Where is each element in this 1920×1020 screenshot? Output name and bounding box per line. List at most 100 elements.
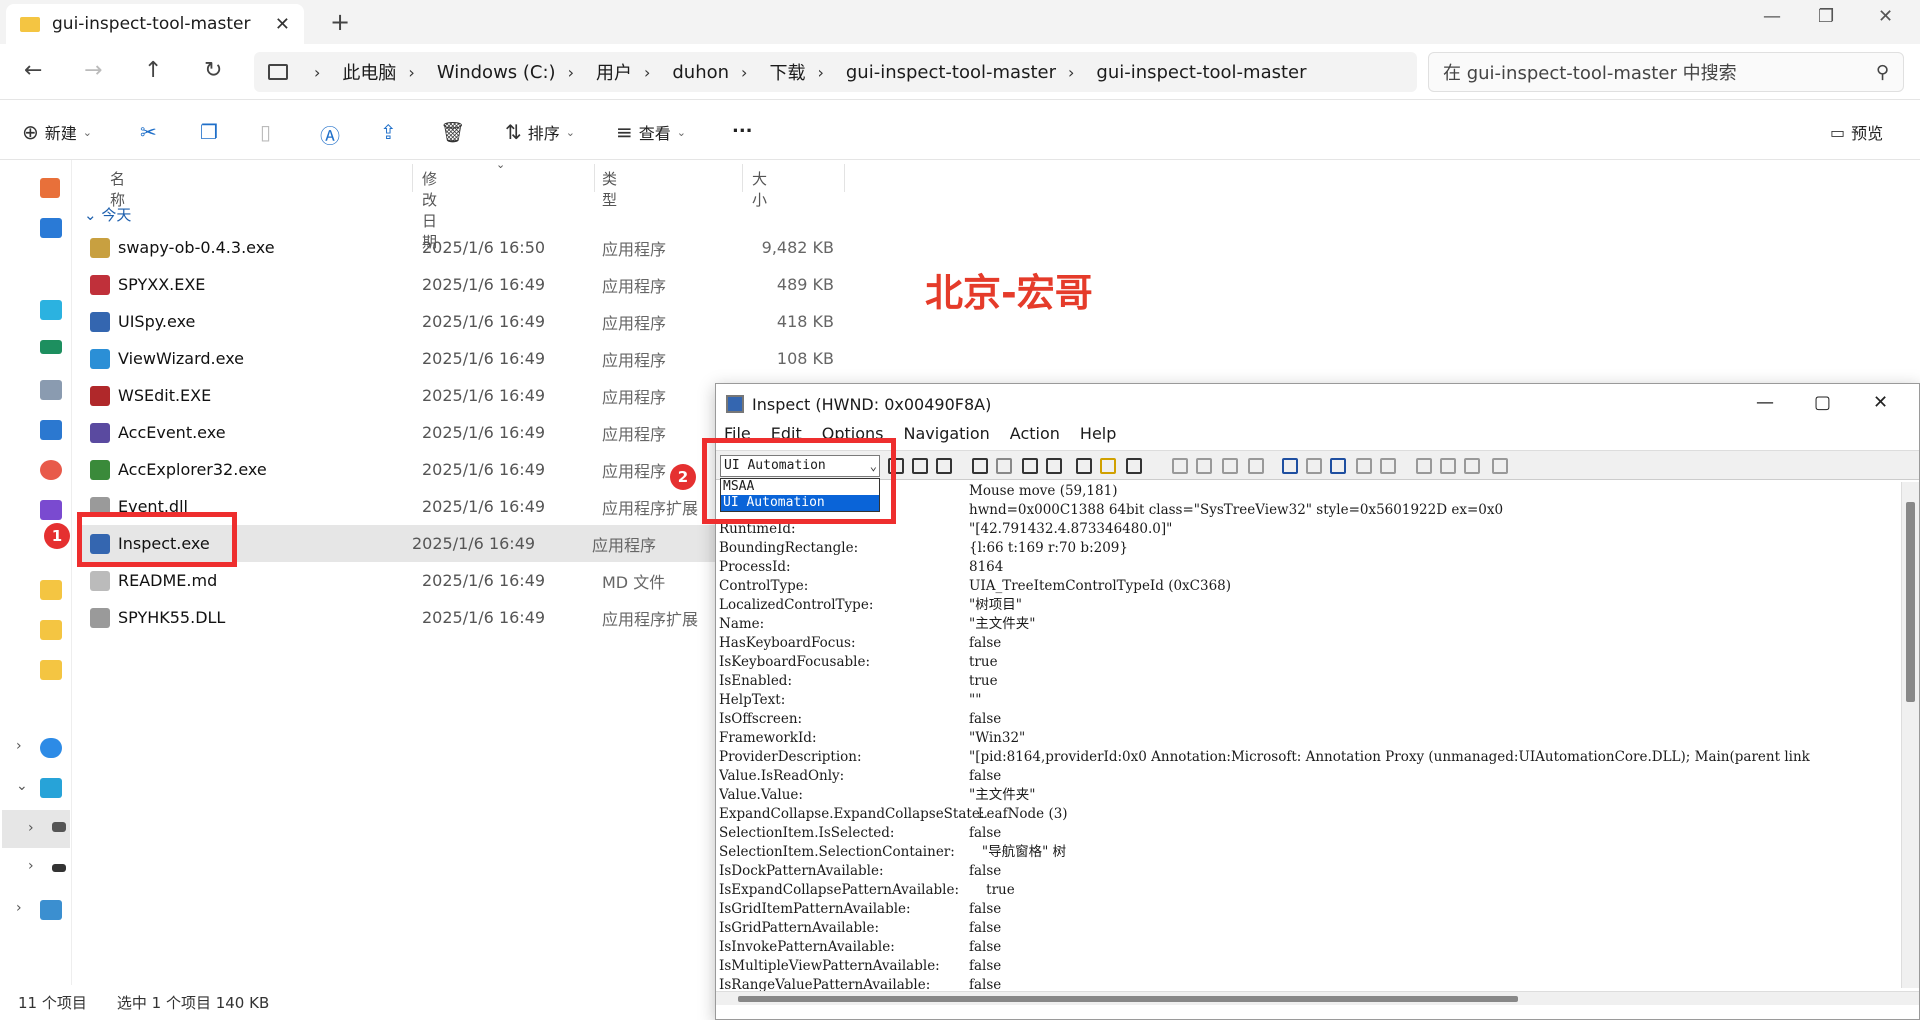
property-row: FrameworkId: "Win32": [719, 729, 1899, 748]
nav-forward-icon[interactable]: [1248, 458, 1264, 474]
focus-icon[interactable]: [1076, 458, 1092, 474]
cut-icon[interactable]: ✂: [140, 120, 157, 144]
tooltip-icon[interactable]: [1126, 458, 1142, 474]
maximize-icon[interactable]: ▢: [1814, 392, 1831, 413]
column-type[interactable]: 类型: [602, 168, 617, 210]
property-value: false: [969, 939, 1002, 955]
copy-icon[interactable]: ❐: [200, 120, 218, 144]
breadcrumb-item[interactable]: gui-inspect-tool-master: [1096, 62, 1306, 83]
paste-icon[interactable]: ▯: [260, 120, 271, 144]
refresh-icon[interactable]: ↻: [204, 58, 222, 83]
pictures-icon[interactable]: [40, 420, 62, 440]
scroll-thumb[interactable]: [738, 996, 1518, 1002]
delete-icon[interactable]: 🗑: [440, 120, 465, 144]
nav-up-icon[interactable]: [1196, 458, 1212, 474]
rename-icon[interactable]: Ⓐ: [320, 120, 340, 149]
properties-pane[interactable]: Mouse move (59,181) hwnd=0x000C1388 64bit…: [719, 482, 1899, 1002]
music-icon[interactable]: [40, 460, 62, 480]
file-row[interactable]: SPYXX.EXE 2025/1/6 16:49 应用程序 489 KB: [90, 266, 840, 303]
file-row[interactable]: swapy-ob-0.4.3.exe 2025/1/6 16:50 应用程序 9,48…: [90, 229, 840, 266]
hover-icon[interactable]: [1100, 458, 1116, 474]
column-size[interactable]: 大小: [752, 168, 767, 210]
list-a-icon[interactable]: [1440, 458, 1456, 474]
chevron-right-icon[interactable]: ›: [28, 858, 34, 874]
tree-a-icon[interactable]: [1282, 458, 1298, 474]
back-icon[interactable]: ←: [24, 58, 42, 83]
option-msaa[interactable]: MSAA: [721, 479, 879, 495]
forward-icon[interactable]: →: [84, 58, 102, 83]
close-tab-icon[interactable]: ✕: [275, 14, 290, 35]
this-pc-icon[interactable]: [40, 778, 62, 798]
breadcrumb-item[interactable]: 用户: [596, 59, 632, 85]
desktop-icon[interactable]: [40, 300, 62, 320]
copy-icon[interactable]: [912, 458, 928, 474]
breadcrumb-item[interactable]: gui-inspect-tool-master: [846, 62, 1056, 83]
folder-icon[interactable]: [40, 620, 62, 640]
vertical-scrollbar[interactable]: [1901, 482, 1919, 988]
breadcrumb[interactable]: › 此电脑 › Windows (C:) › 用户 › duhon › 下载 › gui-…: [254, 52, 1417, 92]
chevron-right-icon[interactable]: ›: [28, 820, 34, 836]
onedrive-icon[interactable]: [40, 738, 62, 758]
option-ui-automation[interactable]: UI Automation: [721, 495, 879, 511]
restore-icon[interactable]: ❐: [1818, 6, 1834, 27]
settings-icon[interactable]: [1416, 458, 1432, 474]
breadcrumb-item[interactable]: Windows (C:): [437, 62, 556, 83]
menu-action[interactable]: Action: [1010, 424, 1060, 450]
menu-help[interactable]: Help: [1080, 424, 1116, 450]
list-b-icon[interactable]: [1464, 458, 1480, 474]
folder-icon[interactable]: [40, 660, 62, 680]
selection-info: 选中 1 个项目 140 KB: [116, 994, 270, 1012]
view-button[interactable]: ≡ 查看 ⌄: [616, 120, 686, 144]
tree-d-icon[interactable]: [1356, 458, 1372, 474]
home-icon[interactable]: [40, 178, 60, 198]
watch-icon[interactable]: [1046, 458, 1062, 474]
search-input[interactable]: 在 gui-inspect-tool-master 中搜索 ⚲: [1428, 52, 1904, 92]
gallery-icon[interactable]: [40, 218, 62, 238]
chevron-right-icon[interactable]: ›: [16, 738, 22, 754]
sort-indicator-icon: ⌄: [496, 158, 506, 171]
minimize-icon[interactable]: —: [1756, 392, 1774, 413]
property-value: false: [969, 825, 1002, 841]
drive-icon[interactable]: [52, 864, 66, 872]
tree-c-icon[interactable]: [1330, 458, 1346, 474]
network-icon[interactable]: [40, 900, 62, 920]
file-row[interactable]: UISpy.exe 2025/1/6 16:49 应用程序 418 KB: [90, 303, 840, 340]
chevron-down-icon[interactable]: ⌄: [16, 778, 28, 794]
tree-b-icon[interactable]: [1306, 458, 1322, 474]
folder-icon[interactable]: [40, 580, 62, 600]
sort-button[interactable]: ⇅ 排序 ⌄: [505, 120, 575, 144]
scroll-thumb[interactable]: [1906, 502, 1915, 702]
chevron-right-icon[interactable]: ›: [16, 900, 22, 916]
more-options-button[interactable]: ...: [732, 116, 753, 137]
group-header[interactable]: ⌄ 今天: [84, 204, 131, 225]
breadcrumb-item[interactable]: 下载: [769, 59, 805, 85]
breadcrumb-item[interactable]: duhon: [672, 62, 729, 83]
documents-icon[interactable]: [40, 380, 62, 400]
property-value: true: [969, 673, 998, 689]
up-icon[interactable]: ↑: [144, 58, 162, 83]
new-tab-icon[interactable]: +: [330, 8, 350, 36]
horizontal-scrollbar[interactable]: [716, 991, 1919, 1005]
paste-icon[interactable]: [936, 458, 952, 474]
share-icon[interactable]: ⇪: [380, 120, 397, 144]
breadcrumb-item[interactable]: 此电脑: [342, 59, 396, 85]
pointer-icon[interactable]: [1022, 458, 1038, 474]
nav-back-icon[interactable]: [1172, 458, 1188, 474]
inspect-titlebar[interactable]: Inspect (HWND: 0x00490F8A): [716, 384, 1919, 424]
tab-active[interactable]: gui-inspect-tool-master ✕: [6, 4, 304, 44]
caret-icon[interactable]: [996, 458, 1012, 474]
tree-e-icon[interactable]: [1380, 458, 1396, 474]
list-c-icon[interactable]: [1492, 458, 1508, 474]
file-row[interactable]: ViewWizard.exe 2025/1/6 16:49 应用程序 108 KB: [90, 340, 840, 377]
rect-icon[interactable]: [972, 458, 988, 474]
videos-icon[interactable]: [40, 500, 62, 520]
preview-button[interactable]: ▭ 预览: [1830, 120, 1883, 144]
close-icon[interactable]: ✕: [1873, 392, 1888, 413]
property-value: hwnd=0x000C1388 64bit class="SysTreeView…: [969, 502, 1504, 518]
minimize-icon[interactable]: —: [1763, 6, 1781, 27]
download-icon[interactable]: [40, 340, 62, 354]
close-window-icon[interactable]: ✕: [1878, 6, 1893, 27]
nav-down-icon[interactable]: [1222, 458, 1238, 474]
menu-navigation[interactable]: Navigation: [904, 424, 990, 450]
new-button[interactable]: ⊕ 新建 ⌄: [22, 120, 92, 144]
